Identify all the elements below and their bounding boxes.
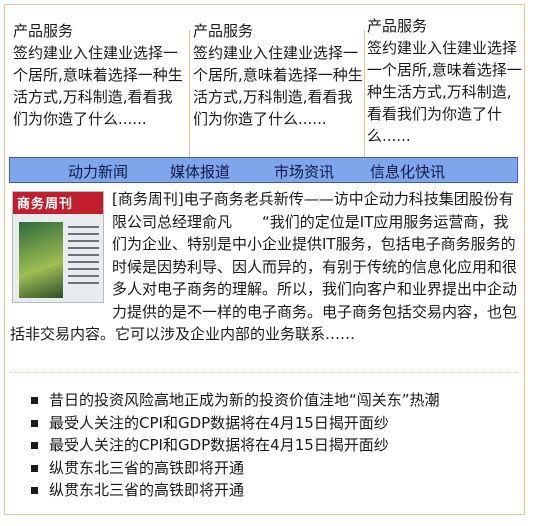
news-link[interactable]: 纵贯东北三省的高铁即将开通 bbox=[49, 459, 244, 477]
product-card-title[interactable]: 产品服务 bbox=[13, 20, 185, 42]
news-link[interactable]: 最受人关注的CPI和GDP数据将在4月15日揭开面纱 bbox=[49, 414, 389, 432]
list-item[interactable]: 纵贯东北三省的高铁即将开通 bbox=[31, 479, 511, 502]
tab-dongli-news[interactable]: 动力新闻 bbox=[68, 161, 128, 182]
cover-masthead: 商务周刊 bbox=[17, 197, 74, 212]
tab-market-info[interactable]: 市场资讯 bbox=[274, 161, 334, 182]
product-card-title[interactable]: 产品服务 bbox=[367, 15, 522, 37]
magazine-cover-image[interactable]: 商务周刊 bbox=[12, 191, 104, 303]
product-card-3[interactable]: 产品服务 签约建业入住建业选择一个居所,意味着选择一种生活方式,万科制造,看看我… bbox=[367, 15, 522, 155]
news-link[interactable]: 最受人关注的CPI和GDP数据将在4月15日揭开面纱 bbox=[49, 436, 389, 454]
list-item[interactable]: 纵贯东北三省的高铁即将开通 bbox=[31, 457, 511, 480]
bullet-icon bbox=[31, 487, 38, 494]
product-card-2[interactable]: 产品服务 签约建业入住建业选择一个居所,意味着选择一种生活方式,万科制造,看看我… bbox=[193, 20, 363, 160]
tab-media-reports[interactable]: 媒体报道 bbox=[170, 161, 230, 182]
bullet-icon bbox=[31, 442, 38, 449]
news-list: 昔日的投资风险高地正成为新的投资价值洼地“闯关东”热潮 最受人关注的CPI和GD… bbox=[31, 389, 511, 502]
bullet-icon bbox=[31, 464, 38, 472]
product-columns: 产品服务 签约建业入住建业选择一个居所,意味着选择一种生活方式,万科制造,看看我… bbox=[10, 12, 522, 164]
product-card-title[interactable]: 产品服务 bbox=[193, 20, 363, 42]
section-divider bbox=[10, 372, 518, 373]
tab-it-news[interactable]: 信息化快讯 bbox=[370, 161, 445, 182]
cover-illustration bbox=[19, 222, 63, 298]
bullet-icon bbox=[31, 397, 38, 404]
cover-text-lines bbox=[68, 226, 99, 286]
product-card-body: 签约建业入住建业选择一个居所,意味着选择一种生活方式,万科制造,看看我们为你造了… bbox=[193, 44, 363, 128]
column-divider bbox=[189, 30, 190, 164]
product-card-1[interactable]: 产品服务 签约建业入住建业选择一个居所,意味着选择一种生活方式,万科制造,看看我… bbox=[13, 20, 185, 160]
list-item[interactable]: 最受人关注的CPI和GDP数据将在4月15日揭开面纱 bbox=[31, 412, 511, 435]
bullet-icon bbox=[31, 419, 38, 427]
column-divider bbox=[364, 30, 365, 164]
list-item[interactable]: 最受人关注的CPI和GDP数据将在4月15日揭开面纱 bbox=[31, 434, 511, 457]
featured-article: 商务周刊 [商务周刊]电子商务老兵新传——访中企动力科技集团股份有限公司总经理俞… bbox=[10, 188, 518, 366]
list-item[interactable]: 昔日的投资风险高地正成为新的投资价值洼地“闯关东”热潮 bbox=[31, 389, 511, 412]
product-card-body: 签约建业入住建业选择一个居所,意味着选择一种生活方式,万科制造,看看我们为你造了… bbox=[13, 44, 183, 128]
news-tab-bar: 动力新闻 媒体报道 市场资讯 信息化快讯 bbox=[9, 157, 518, 183]
product-card-body: 签约建业入住建业选择一个居所,意味着选择一种生活方式,万科制造,看看我们为你造了… bbox=[367, 39, 522, 145]
news-link[interactable]: 纵贯东北三省的高铁即将开通 bbox=[49, 481, 244, 499]
news-link[interactable]: 昔日的投资风险高地正成为新的投资价值洼地“闯关东”热潮 bbox=[49, 391, 440, 409]
